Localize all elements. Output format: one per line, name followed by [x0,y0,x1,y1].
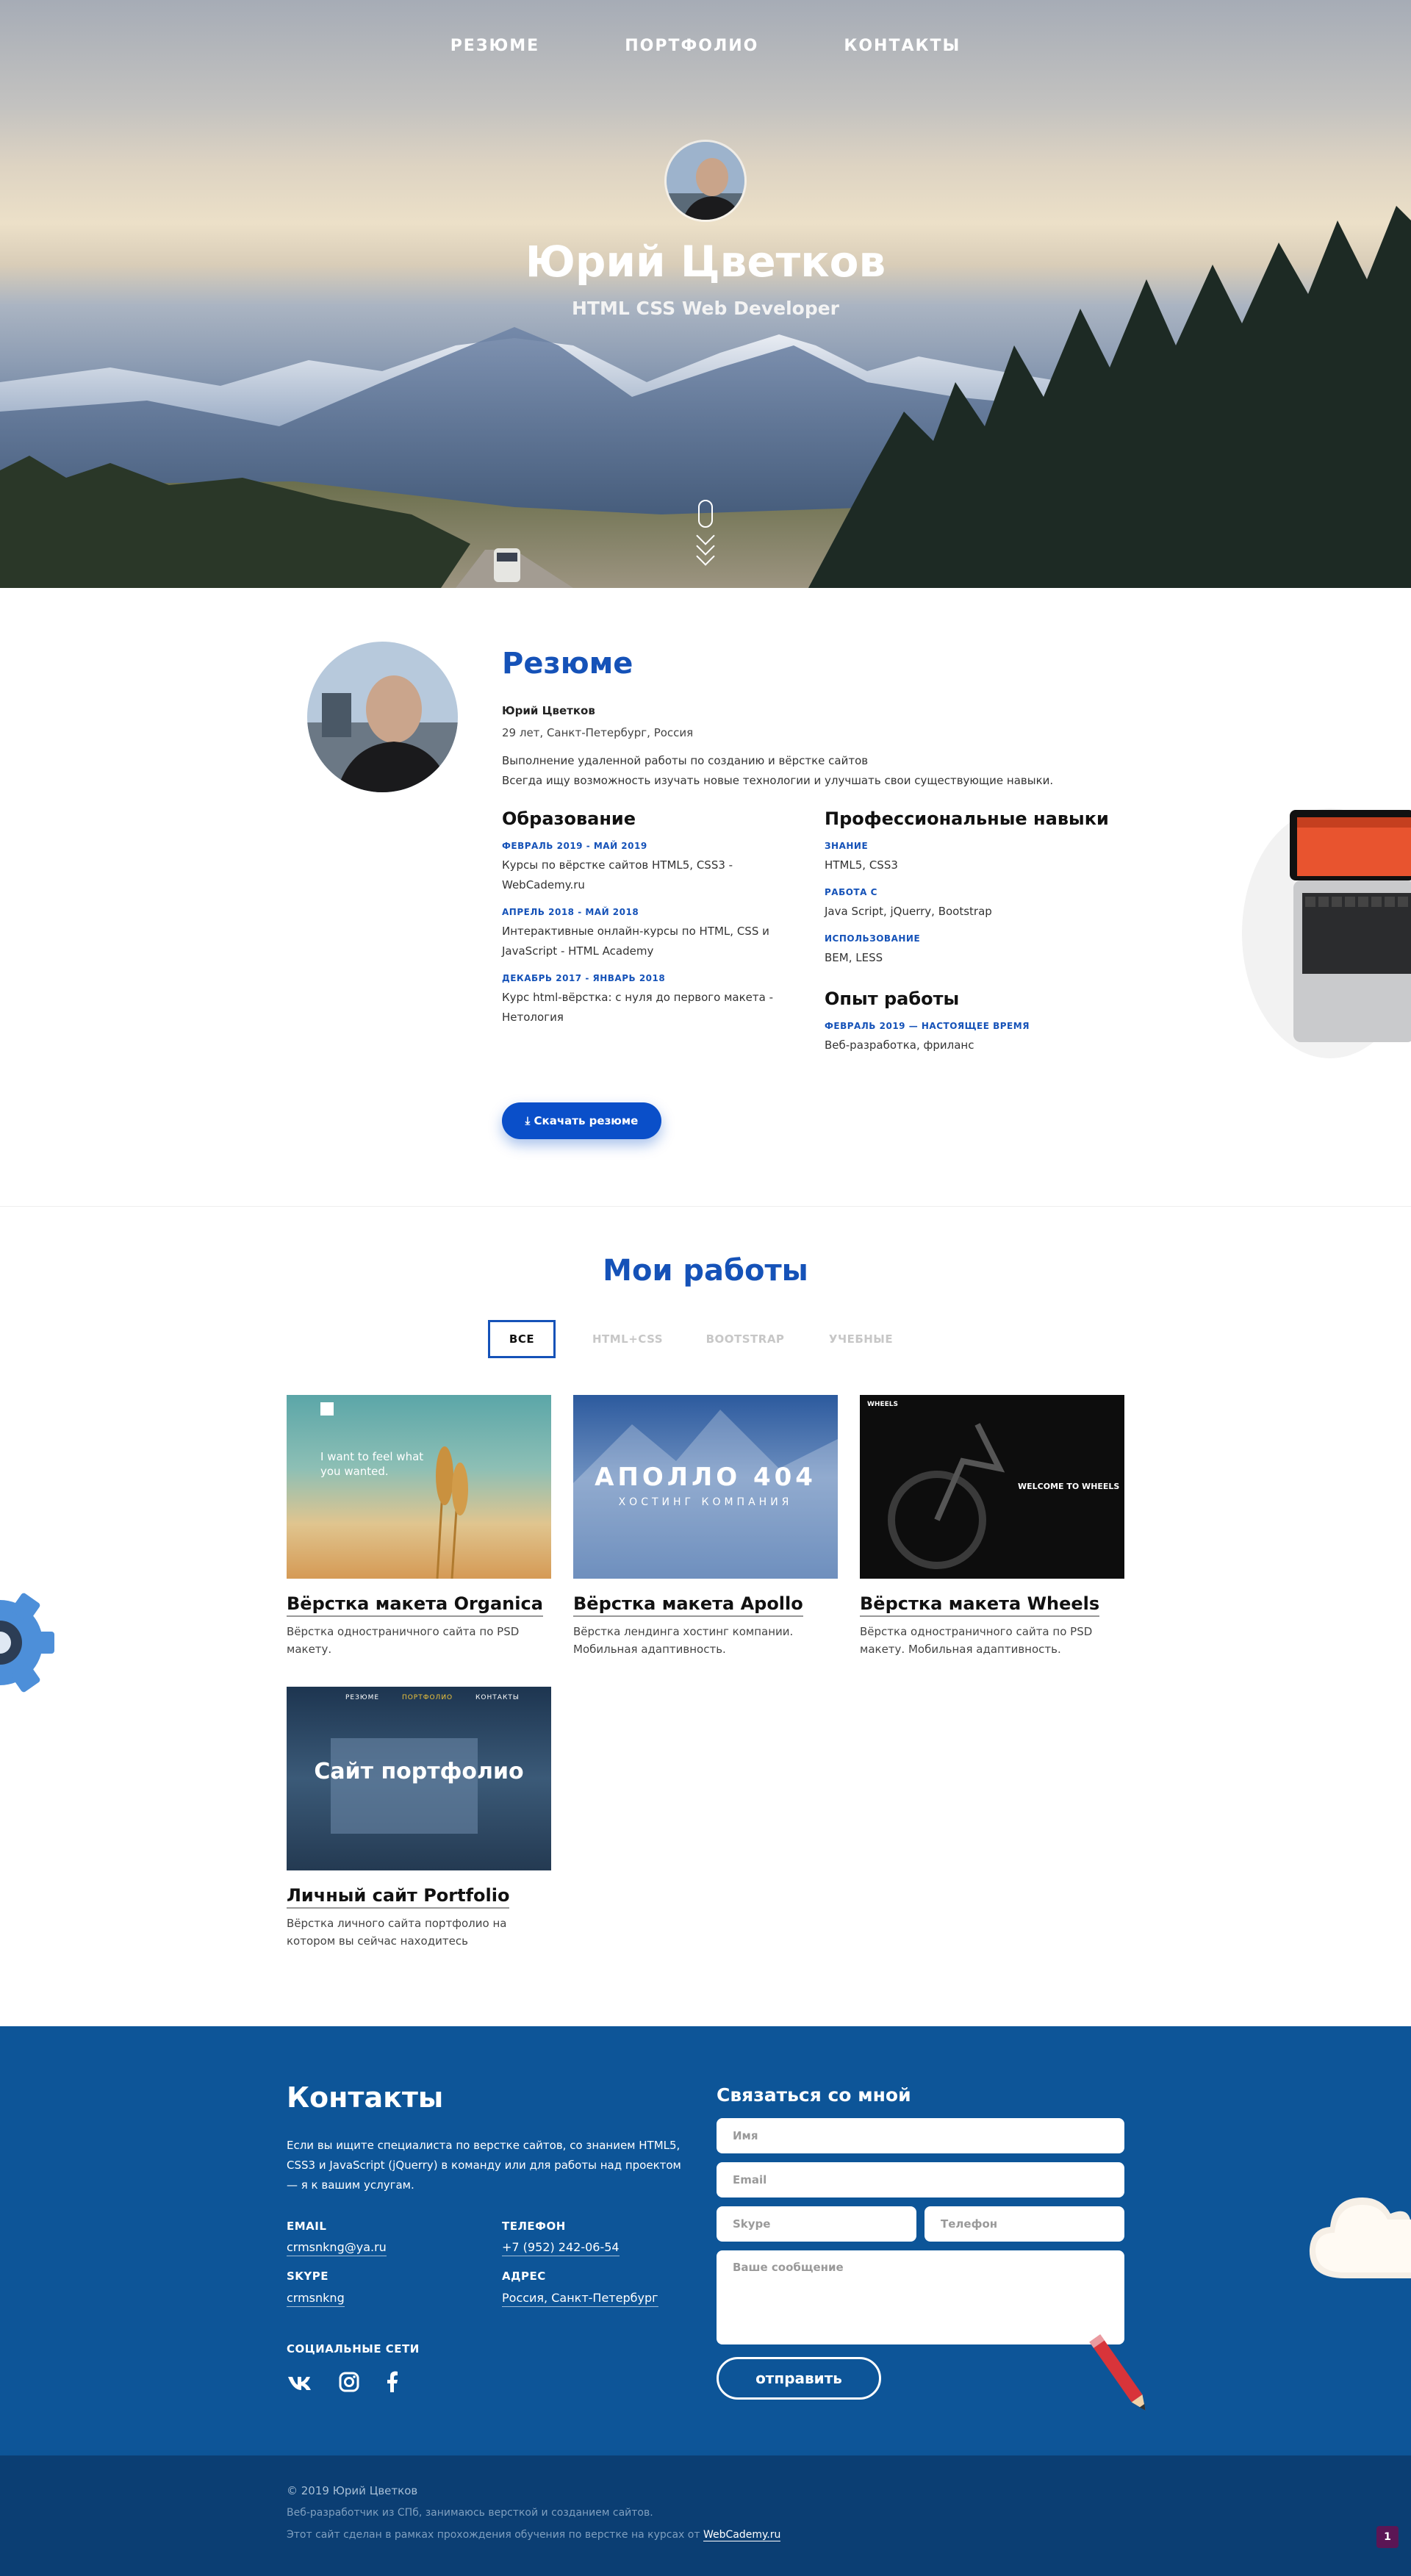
contacts-intro: Если вы ищите специалиста по верстке сай… [287,2139,681,2192]
thumb-subtext: ХОСТИНГ КОМПАНИЯ [618,1496,793,1508]
skill-value: Java Script, jQuerry, Bootstrap [825,905,992,918]
skype-input[interactable]: Skype [717,2206,916,2242]
filter-html-css[interactable]: HTML+CSS [587,1320,668,1358]
skills-block: Профессиональные навыки ЗНАНИЕ HTML5, CS… [825,808,1133,1055]
skill-label: РАБОТА С [825,887,877,897]
education-date: АПРЕЛЬ 2018 - МАЙ 2018 [502,907,639,917]
experience-text: Веб-разработка, фриланс [825,1038,974,1052]
card-description: Вёрстка личного сайта портфолио на котор… [287,1917,507,1948]
footer-credits: Этот сайт сделан в рамках прохождения об… [287,2529,781,2541]
main-nav: РЕЗЮМЕ ПОРТФОЛИО КОНТАКТЫ [0,37,1411,55]
pencil-icon [1089,2334,1146,2411]
email-link[interactable]: crmsnkng@ya.ru [287,2239,387,2256]
card-description: Вёрстка одностраничного сайта по PSD мак… [287,1625,520,1656]
card-thumbnail[interactable]: АПОЛЛО 404 ХОСТИНГ КОМПАНИЯ [573,1395,838,1579]
address-link[interactable]: Россия, Санкт-Петербург [502,2290,658,2307]
skype-link[interactable]: crmsnkng [287,2290,345,2307]
thumb-text: АПОЛЛО 404 [595,1463,816,1492]
thumb-text: I want to feel what you wanted. [320,1450,424,1478]
thumb-brand: WHEELS [867,1401,898,1408]
phone-label: ТЕЛЕФОН [502,2220,566,2233]
hero-avatar [664,140,747,222]
resume-age-city: 29 лет, Санкт-Петербург, Россия [502,726,694,739]
laptop-decoration [1220,794,1411,1058]
email-input[interactable]: Email [717,2162,1124,2198]
contacts-section [0,2026,1411,2455]
skill-label: ИСПОЛЬЗОВАНИЕ [825,933,921,944]
card-thumbnail[interactable]: РЕЗЮМЕ ПОРТФОЛИО КОНТАКТЫ Сайт портфолио [287,1687,551,1870]
education-text: Интерактивные онлайн-курсы по HTML, CSS … [502,925,769,958]
nav-link-contacts[interactable]: КОНТАКТЫ [844,37,961,55]
phone-input[interactable]: Телефон [924,2206,1124,2242]
card-title[interactable]: Вёрстка макета Organica [287,1592,543,1617]
resume-desc-line: Выполнение удаленной работы по созданию … [502,754,869,767]
download-resume-button[interactable]: ⤓ Скачать резюме [502,1102,661,1139]
contacts-title: Контакты [287,2081,444,2114]
portfolio-filters: ВСЕ HTML+CSS BOOTSTRAP УЧЕБНЫЕ [488,1320,900,1358]
footer-about: Веб-разработчик из СПб, занимаюсь верстк… [287,2507,653,2519]
facebook-icon[interactable] [385,2371,400,2398]
card-description: Вёрстка лендинга хостинг компании. Мобил… [573,1625,794,1656]
vk-icon[interactable] [287,2371,313,2398]
submit-button[interactable]: отправить [717,2357,881,2400]
education-block: Образование ФЕВРАЛЬ 2019 - МАЙ 2019 Курс… [502,808,789,1027]
download-icon: ⤓ [525,1114,534,1127]
education-date: ДЕКАБРЬ 2017 - ЯНВАРЬ 2018 [502,973,666,983]
footer-copyright: © 2019 Юрий Цветков [287,2484,418,2497]
skills-title: Профессиональные навыки [825,808,1109,829]
instagram-icon[interactable] [338,2371,360,2398]
portfolio-card[interactable]: АПОЛЛО 404 ХОСТИНГ КОМПАНИЯ Вёрстка маке… [573,1395,838,1658]
card-title[interactable]: Вёрстка макета Apollo [573,1592,803,1617]
resume-description: Выполнение удаленной работы по созданию … [502,751,1090,791]
education-text: Курсы по вёрстке сайтов HTML5, CSS3 - Web… [502,858,733,891]
experience-title: Опыт работы [825,989,960,1009]
hero-name: Юрий Цветков [525,237,886,287]
hero-section: РЕЗЮМЕ ПОРТФОЛИО КОНТАКТЫ Юрий Цветков HTM… [0,0,1411,588]
nav-link-resume[interactable]: РЕЗЮМЕ [450,37,540,55]
education-date: ФЕВРАЛЬ 2019 - МАЙ 2019 [502,841,647,851]
email-label: EMAIL [287,2220,327,2233]
portfolio-card[interactable]: I want to feel what you wanted. Вёрстка … [287,1395,551,1658]
name-input[interactable]: Имя [717,2118,1124,2153]
portfolio-title: Мои работы [603,1254,808,1288]
form-title: Связаться со мной [717,2084,911,2106]
card-thumbnail[interactable]: I want to feel what you wanted. [287,1395,551,1579]
skill-label: ЗНАНИЕ [825,841,869,851]
address-label: АДРЕС [502,2270,546,2283]
skill-value: HTML5, CSS3 [825,858,898,872]
thumb-text: WELCOME TO WHEELS [1018,1482,1120,1491]
thumb-nav: РЕЗЮМЕ ПОРТФОЛИО КОНТАКТЫ [345,1694,520,1701]
card-title[interactable]: Вёрстка макета Wheels [860,1592,1100,1617]
notification-badge[interactable]: 1 [1376,2526,1399,2548]
card-thumbnail[interactable]: WHEELS WELCOME TO WHEELS [860,1395,1124,1579]
scroll-mouse-icon[interactable] [698,500,713,528]
skill-value: BEM, LESS [825,951,883,964]
filter-educational[interactable]: УЧЕБНЫЕ [822,1320,900,1358]
filter-all[interactable]: ВСЕ [488,1320,556,1358]
thumb-text: Сайт портфолио [314,1759,524,1784]
resume-name: Юрий Цветков [502,704,595,717]
webcademy-link[interactable]: WebCademy.ru [703,2529,781,2541]
education-text: Курс html-вёрстка: с нуля до первого мак… [502,991,773,1024]
message-textarea[interactable]: Ваше сообщение [717,2250,1124,2344]
hero-role: HTML CSS Web Developer [571,298,839,319]
card-description: Вёрстка одностраничного сайта по PSD мак… [860,1625,1093,1656]
resume-desc-line: Всегда ищу возможность изучать новые тех… [502,774,1054,787]
resume-avatar [307,642,458,792]
nav-link-portfolio[interactable]: ПОРТФОЛИО [625,37,758,55]
skype-label: SKYPE [287,2270,329,2283]
cloud-icon [1309,2198,1411,2278]
phone-link[interactable]: +7 (952) 242-06-54 [502,2239,620,2256]
card-title[interactable]: Личный сайт Portfolio [287,1884,510,1909]
gear-icon [0,1593,54,1693]
social-label: СОЦИАЛЬНЫЕ СЕТИ [287,2342,420,2356]
experience-date: ФЕВРАЛЬ 2019 — НАСТОЯЩЕЕ ВРЕМЯ [825,1021,1030,1031]
download-label: Скачать резюме [534,1114,639,1127]
portfolio-card[interactable]: РЕЗЮМЕ ПОРТФОЛИО КОНТАКТЫ Сайт портфолио… [287,1687,551,1950]
education-title: Образование [502,808,636,829]
portfolio-card[interactable]: WHEELS WELCOME TO WHEELS Вёрстка макета … [860,1395,1124,1658]
resume-title: Резюме [502,647,633,681]
filter-bootstrap[interactable]: BOOTSTRAP [705,1320,786,1358]
footer [0,2455,1411,2576]
